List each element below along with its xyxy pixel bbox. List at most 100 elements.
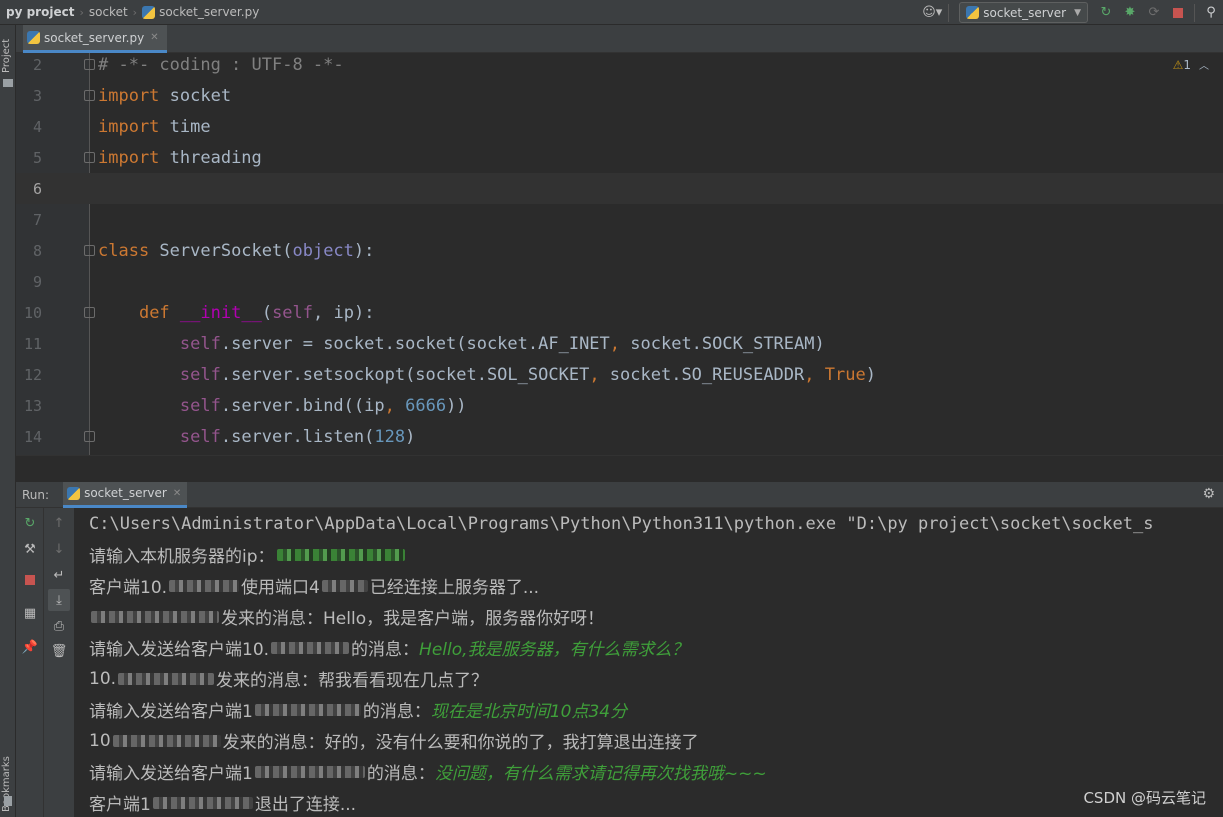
code-line[interactable]: 6 xyxy=(16,173,1223,204)
scroll-to-end-icon[interactable]: ⤓ xyxy=(48,589,70,611)
line-number: 12 xyxy=(23,365,42,384)
code-line[interactable]: 12 self.server.setsockopt(socket.SOL_SOC… xyxy=(16,359,1223,390)
code-line[interactable]: 2 # -*- coding : UTF-8 -*- xyxy=(16,53,1223,80)
console-text: 客户端1 xyxy=(89,795,151,815)
fold-marker-icon[interactable] xyxy=(84,307,95,318)
code-line[interactable]: 9 xyxy=(16,266,1223,297)
soft-wrap-icon[interactable]: ↵ xyxy=(48,564,70,586)
code-line[interactable]: 14 self.server.listen(128) xyxy=(16,421,1223,452)
breadcrumb-file-label: socket_server.py xyxy=(159,5,260,19)
breadcrumb-folder[interactable]: socket xyxy=(85,0,132,25)
line-number: 3 xyxy=(32,86,42,105)
code-text: def __init__(self, ip): xyxy=(138,302,375,323)
fold-marker-icon[interactable] xyxy=(84,90,95,101)
redacted-ip xyxy=(169,579,240,592)
debug-icon[interactable]: ✸ xyxy=(1118,0,1142,25)
console-text: 请输入发送给客户端1 xyxy=(89,702,253,722)
search-icon[interactable]: ⚲ xyxy=(1199,0,1223,25)
redacted-address xyxy=(118,672,215,685)
fold-marker-icon[interactable] xyxy=(84,152,95,163)
line-number: 13 xyxy=(23,396,42,415)
breadcrumb-file[interactable]: socket_server.py xyxy=(138,0,263,25)
python-file-icon xyxy=(27,31,40,44)
console-user-input: 现在是北京时间10点34分 xyxy=(430,702,628,722)
console-line: 10. 发来的消息：帮我看看现在几点了？ xyxy=(89,663,488,694)
line-number: 5 xyxy=(32,148,42,167)
chevron-up-icon[interactable]: ︿ xyxy=(1199,57,1209,72)
console-line: 客户端1 退出了连接... xyxy=(89,787,356,817)
code-line[interactable]: 11 self.server = socket.socket(socket.AF… xyxy=(16,328,1223,359)
arrow-up-icon[interactable]: ↑ xyxy=(48,512,70,534)
arrow-down-icon[interactable]: ↓ xyxy=(48,538,70,560)
console-user-input: Hello,我是服务器，有什么需求么？ xyxy=(419,640,689,660)
code-line[interactable]: 10 def __init__(self, ip): xyxy=(16,297,1223,328)
console-command: C:\Users\Administrator\AppData\Local\Pro… xyxy=(89,513,1154,534)
run-tab-socket-server[interactable]: socket_server ✕ xyxy=(63,481,188,508)
pin-icon[interactable]: 📌 xyxy=(19,636,41,658)
run-toolbar-secondary: ↑ ↓ ↵ ⤓ ⎙ 🗑 xyxy=(44,508,74,817)
trash-icon[interactable]: 🗑 xyxy=(48,640,70,662)
python-file-icon xyxy=(142,5,156,19)
toolbar-divider xyxy=(1194,3,1195,22)
code-text: # -*- coding : UTF-8 -*- xyxy=(98,54,344,75)
line-number: 8 xyxy=(32,241,42,260)
gear-icon[interactable]: ⚙ xyxy=(1202,486,1215,502)
code-line[interactable]: 4 import time xyxy=(16,111,1223,142)
warning-icon: ⚠1 xyxy=(1172,57,1191,72)
console-line: 客户端10. 使用端口4 已经连接上服务器了... xyxy=(89,570,539,601)
code-text: class ServerSocket(object): xyxy=(98,240,375,261)
close-icon[interactable]: ✕ xyxy=(150,32,158,43)
code-line[interactable]: 8 class ServerSocket(object): xyxy=(16,235,1223,266)
fold-marker-icon[interactable] xyxy=(84,431,95,442)
code-text: self.server.bind((ip, 6666)) xyxy=(179,395,467,416)
run-label: Run: xyxy=(22,487,50,502)
stop-icon[interactable] xyxy=(19,569,41,591)
code-line[interactable]: 7 xyxy=(16,204,1223,235)
console-line: 10 发来的消息：好的，没有什么要和你说的了，我打算退出连接了 xyxy=(89,725,699,756)
redacted-port xyxy=(321,579,368,592)
fold-marker-icon[interactable] xyxy=(84,245,95,256)
navigation-bar: py project › socket › socket_server.py ☺… xyxy=(0,0,1223,25)
bookmark-icon[interactable] xyxy=(4,796,12,806)
line-number: 10 xyxy=(23,303,42,322)
code-editor[interactable]: 2 # -*- coding : UTF-8 -*- 3 import socket 4… xyxy=(16,53,1223,455)
console-text: 已经连接上服务器了... xyxy=(369,578,540,598)
rerun-icon[interactable]: ↻ xyxy=(19,512,41,534)
redacted-address xyxy=(112,734,221,747)
folder-icon[interactable] xyxy=(3,79,13,87)
line-number: 11 xyxy=(23,334,42,353)
user-icon[interactable]: ☺▾ xyxy=(920,0,944,25)
run-configuration-label: socket_server xyxy=(983,5,1067,20)
toolbar-right: ☺▾ socket_server ▼ ↻ ✸ ⟳ ⚲ xyxy=(920,0,1223,25)
python-file-icon xyxy=(966,6,980,19)
warning-count: 1 xyxy=(1183,57,1191,72)
editor-run-splitter[interactable] xyxy=(16,455,1223,482)
wrench-icon[interactable]: ⚒ xyxy=(19,538,41,560)
breadcrumb-project[interactable]: py project xyxy=(0,0,78,25)
stop-icon[interactable] xyxy=(1166,0,1190,25)
code-line[interactable]: 5 import threading xyxy=(16,142,1223,173)
console-line: 请输入本机服务器的ip： xyxy=(89,539,407,570)
project-tool-tab[interactable]: Project xyxy=(1,39,12,73)
left-tool-strip: Project Bookmarks xyxy=(0,25,16,817)
console-text: 10. xyxy=(89,668,117,689)
console-line: 请输入发送给客户端10. 的消息： Hello,我是服务器，有什么需求么？ xyxy=(89,632,689,663)
fold-marker-icon[interactable] xyxy=(84,59,95,70)
editor-tab-label: socket_server.py xyxy=(44,30,145,45)
console-text: 发来的消息：帮我看看现在几点了？ xyxy=(216,671,489,691)
editor-tab-socket-server[interactable]: socket_server.py ✕ xyxy=(23,25,167,53)
console-text: 请输入发送给客户端10. xyxy=(89,640,270,660)
close-icon[interactable]: ✕ xyxy=(173,488,181,499)
coverage-icon[interactable]: ⟳ xyxy=(1142,0,1166,25)
line-number: 7 xyxy=(32,210,42,229)
rerun-icon[interactable]: ↻ xyxy=(1094,0,1118,25)
inspection-widget[interactable]: ⚠1 ︿ xyxy=(1172,57,1209,73)
run-console-output[interactable]: C:\Users\Administrator\AppData\Local\Pro… xyxy=(74,508,1223,817)
code-line[interactable]: 3 import socket xyxy=(16,80,1223,111)
layout-icon[interactable]: ▦ xyxy=(19,602,41,624)
console-line: 请输入发送给客户端1 的消息： 现在是北京时间10点34分 xyxy=(89,694,627,725)
print-icon[interactable]: ⎙ xyxy=(48,615,70,637)
code-line[interactable]: 13 self.server.bind((ip, 6666)) xyxy=(16,390,1223,421)
line-number: 14 xyxy=(23,427,42,446)
run-configuration-select[interactable]: socket_server ▼ xyxy=(959,2,1088,23)
